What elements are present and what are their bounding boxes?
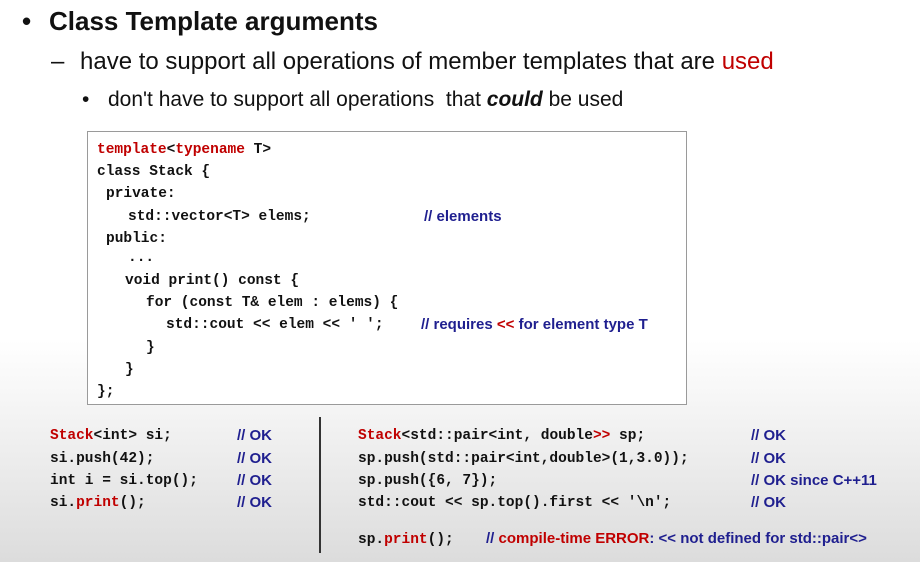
kw-typename: typename <box>175 142 245 158</box>
right-example-3: sp.push({6, 7}); <box>358 473 498 489</box>
right-example-1-rest: <std::pair<int, double <box>401 428 593 444</box>
bullet-l3-emph: could <box>486 88 543 111</box>
stack-keyword-pair: Stack <box>358 428 402 444</box>
code-line-9: std::cout << elem << ' '; <box>166 317 384 333</box>
code-line-3: private: <box>106 186 176 202</box>
code-line-1: template<typename T> <box>97 142 271 158</box>
left-example-4-pre: si. <box>50 495 77 511</box>
bullet-l3-text: don't have to support all operations tha… <box>108 88 623 112</box>
comment-element-type: for element type T <box>514 316 648 333</box>
error-line-code: sp.print(); <box>358 532 454 548</box>
error-line-rest: (); <box>427 532 454 548</box>
left-example-2-comment: // OK <box>237 450 273 467</box>
error-line-comment: // compile-time ERROR: << not defined fo… <box>486 530 867 547</box>
bullet-l3-suffix: be used <box>542 88 624 111</box>
bullet-l2-highlight: used <box>721 48 774 75</box>
heading-class-template-arguments: Class Template arguments <box>49 6 378 36</box>
comment-requires: // requires <box>421 316 497 333</box>
code-line-7: void print() const { <box>125 273 300 289</box>
left-example-4: si.print(); <box>50 495 146 511</box>
error-comment-suffix: : << not defined for std::pair<> <box>649 530 867 547</box>
comment-op: << <box>496 316 515 333</box>
bullet-l2-prefix: have to support all operations of member… <box>80 48 722 75</box>
right-example-2: sp.push(std::pair<int,double>(1,3.0)); <box>358 451 689 467</box>
close-brackets: >> <box>592 428 611 444</box>
left-example-1-comment: // OK <box>237 427 273 444</box>
code-line-10: } <box>146 340 155 356</box>
code-line-8: for (const T& elem : elems) { <box>146 295 399 311</box>
code-line-6: ... <box>128 250 155 266</box>
code-line-4: std::vector<T> elems; <box>128 209 311 225</box>
kw-template: template <box>97 142 167 158</box>
code-line-9-comment: // requires << for element type T <box>421 316 648 333</box>
left-example-1-rest: <int> si; <box>93 428 172 444</box>
code-line-12: }; <box>97 384 115 400</box>
left-example-4-comment: // OK <box>237 494 273 511</box>
error-line-pre: sp. <box>358 532 385 548</box>
code-line-1-rest: T> <box>244 142 272 158</box>
code-line-2: class Stack { <box>97 164 211 180</box>
code-line-4-comment: // elements <box>424 208 502 225</box>
right-example-1: Stack<std::pair<int, double>> sp; <box>358 428 645 444</box>
left-example-4-rest: (); <box>119 495 146 511</box>
bullet-l1-marker: • <box>22 6 32 36</box>
bullet-l3-prefix: don't have to support all operations tha… <box>108 88 487 111</box>
bullet-l3-marker: • <box>82 88 90 111</box>
left-example-3: int i = si.top(); <box>50 473 198 489</box>
left-example-3-comment: // OK <box>237 472 273 489</box>
print-keyword: print <box>76 495 120 511</box>
column-divider <box>319 417 321 553</box>
right-example-1-rest2: sp; <box>610 428 646 444</box>
bullet-l2-text: have to support all operations of member… <box>80 48 774 76</box>
right-example-3-comment: // OK since C++11 <box>751 472 877 489</box>
right-example-2-comment: // OK <box>751 450 787 467</box>
error-comment-prefix: // <box>486 530 499 547</box>
error-print-keyword: print <box>384 532 428 548</box>
code-line-11: } <box>125 362 134 378</box>
error-compile-time: compile-time ERROR <box>498 530 650 547</box>
bullet-l2-marker: – <box>51 48 65 75</box>
left-example-1: Stack<int> si; <box>50 428 172 444</box>
code-line-5: public: <box>106 231 167 247</box>
stack-keyword: Stack <box>50 428 94 444</box>
right-example-4-comment: // OK <box>751 494 787 511</box>
right-example-1-comment: // OK <box>751 427 787 444</box>
left-example-2: si.push(42); <box>50 451 155 467</box>
right-example-4: std::cout << sp.top().first << '\n'; <box>358 495 672 511</box>
